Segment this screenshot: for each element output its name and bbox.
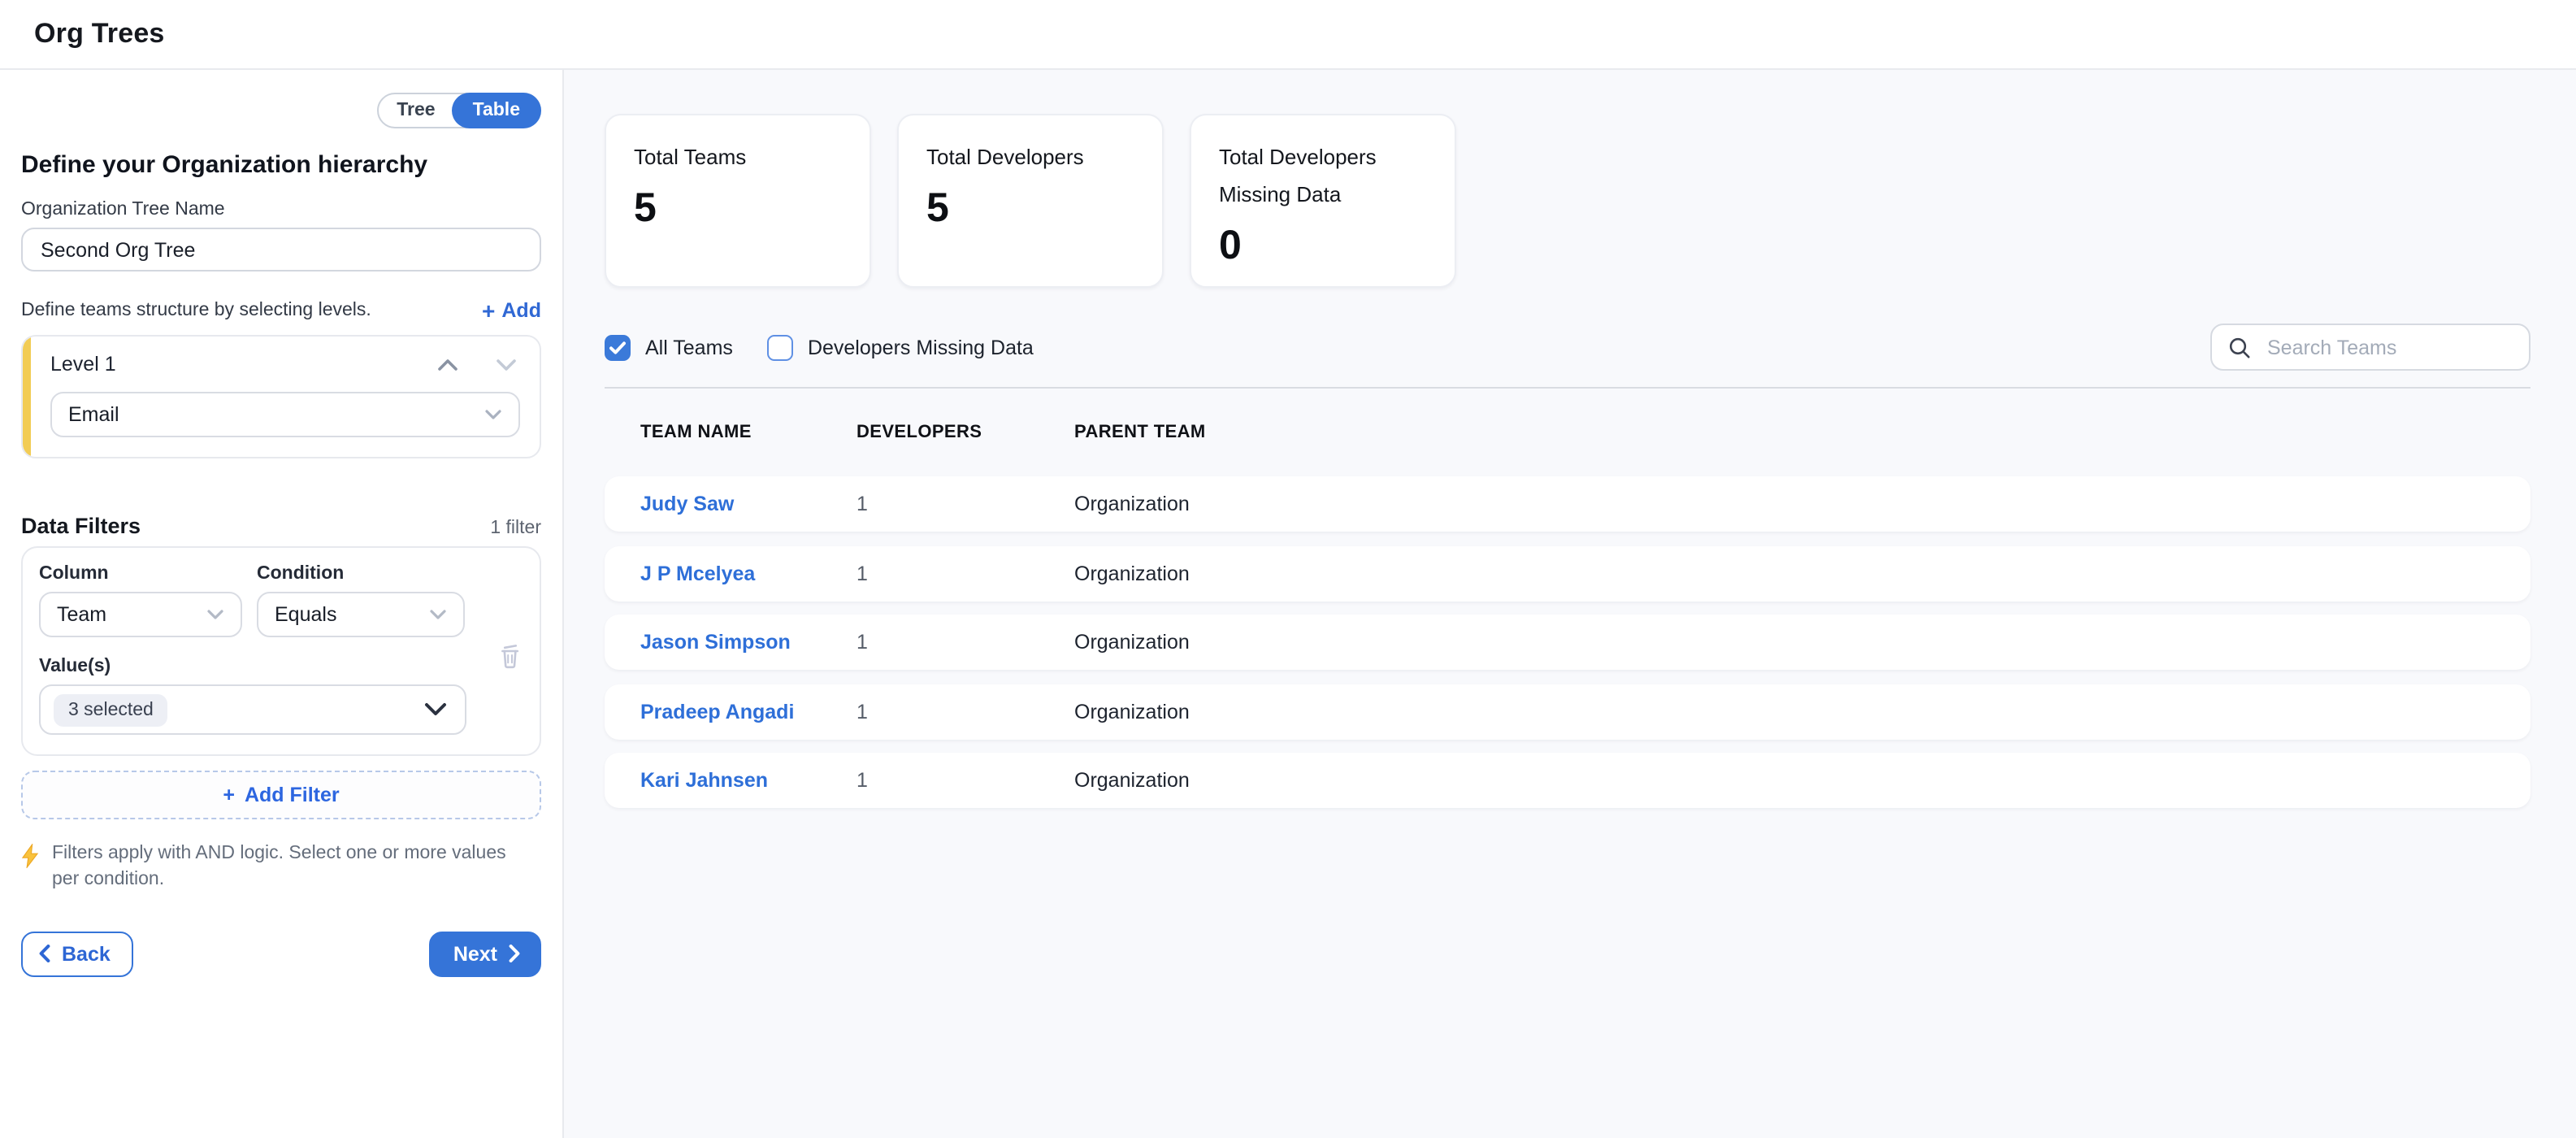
search-icon [2228, 336, 2251, 358]
tree-name-value: Second Org Tree [41, 238, 195, 261]
parent-team-cell: Organization [1074, 493, 2530, 515]
page-header: Org Trees [0, 0, 2576, 70]
team-name-link[interactable]: J P Mcelyea [640, 562, 856, 584]
checkbox-label: Developers Missing Data [808, 336, 1034, 358]
chevron-left-icon [39, 945, 50, 962]
condition-label: Condition [257, 564, 465, 584]
developers-cell: 1 [856, 493, 1074, 515]
level-title: Level 1 [50, 353, 116, 376]
chevron-down-icon [424, 702, 447, 717]
table-row[interactable]: J P Mcelyea 1 Organization [605, 545, 2530, 601]
team-name-link[interactable]: Pradeep Angadi [640, 700, 856, 723]
filter-column-select[interactable]: Team [39, 592, 242, 637]
add-level-button[interactable]: + Add [482, 299, 541, 322]
values-label: Value(s) [39, 657, 523, 676]
level-column-select[interactable]: Email [50, 392, 520, 437]
all-teams-checkbox[interactable]: All Teams [605, 334, 733, 360]
table-row[interactable]: Pradeep Angadi 1 Organization [605, 684, 2530, 739]
stat-card-total-teams: Total Teams 5 [605, 114, 871, 288]
table-row[interactable]: Kari Jahnsen 1 Organization [605, 753, 2530, 808]
stat-card-developers-missing-data: Total Developers Missing Data 0 [1190, 114, 1456, 288]
plus-icon: + [482, 299, 495, 322]
stat-value: 5 [634, 185, 842, 232]
tree-name-label: Organization Tree Name [21, 200, 541, 219]
add-filter-button[interactable]: + Add Filter [21, 771, 541, 819]
stat-card-total-developers: Total Developers 5 [897, 114, 1164, 288]
developers-cell: 1 [856, 769, 1074, 792]
toggle-tree-option[interactable]: Tree [379, 94, 453, 127]
levels-hint: Define teams structure by selecting leve… [21, 301, 371, 320]
column-label: Column [39, 564, 242, 584]
toggle-table-option[interactable]: Table [452, 93, 541, 128]
developers-missing-data-checkbox[interactable]: Developers Missing Data [767, 334, 1034, 360]
tree-name-input[interactable]: Second Org Tree [21, 228, 541, 271]
chevron-up-icon[interactable] [437, 357, 458, 371]
hierarchy-heading: Define your Organization hierarchy [21, 151, 541, 179]
filter-card: Column Team Condition Equals [21, 546, 541, 756]
tree-table-toggle[interactable]: Tree Table [377, 93, 541, 128]
filters-note: Filters apply with AND logic. Select one… [52, 842, 509, 893]
level-card: Level 1 Email [21, 335, 541, 458]
checkbox-label: All Teams [645, 336, 733, 358]
selected-values-chip: 3 selected [54, 693, 168, 726]
data-filters-heading: Data Filters [21, 514, 141, 538]
next-button[interactable]: Next [429, 931, 541, 976]
parent-team-cell: Organization [1074, 631, 2530, 654]
plus-icon: + [223, 784, 235, 806]
chevron-down-icon [206, 608, 224, 621]
stat-label: Total Developers Missing Data [1219, 140, 1427, 214]
checkbox-checked-icon[interactable] [605, 334, 631, 360]
page-title: Org Trees [34, 18, 165, 50]
developers-cell: 1 [856, 631, 1074, 654]
sidebar: Tree Table Define your Organization hier… [0, 70, 564, 1138]
search-teams-input[interactable] [2264, 334, 2532, 360]
table-row[interactable]: Jason Simpson 1 Organization [605, 615, 2530, 670]
column-header-developers: DEVELOPERS [856, 423, 1074, 442]
main-content: Total Teams 5 Total Developers 5 Total D… [564, 70, 2576, 1138]
chevron-down-icon [429, 608, 447, 621]
filter-count-badge: 1 filter [490, 519, 541, 538]
stat-value: 0 [1219, 222, 1427, 269]
parent-team-cell: Organization [1074, 700, 2530, 723]
checkbox-unchecked-icon[interactable] [767, 334, 793, 360]
stat-label: Total Teams [634, 140, 842, 177]
filter-condition-select[interactable]: Equals [257, 592, 465, 637]
developers-cell: 1 [856, 562, 1074, 584]
parent-team-cell: Organization [1074, 562, 2530, 584]
chevron-down-icon [484, 408, 502, 421]
filter-values-select[interactable]: 3 selected [39, 684, 466, 735]
chevron-down-icon[interactable] [496, 357, 517, 371]
org-trees-app: Org Trees Tree Table Define your Organiz… [0, 0, 2576, 1138]
teams-table: TEAM NAME DEVELOPERS PARENT TEAM Judy Sa… [605, 387, 2530, 808]
stat-label: Total Developers [926, 140, 1134, 177]
column-header-parent-team: PARENT TEAM [1074, 423, 2530, 442]
back-button[interactable]: Back [21, 931, 133, 976]
lightning-icon [21, 844, 39, 893]
team-name-link[interactable]: Kari Jahnsen [640, 769, 856, 792]
team-name-link[interactable]: Judy Saw [640, 493, 856, 515]
stat-value: 5 [926, 185, 1134, 232]
search-teams-box[interactable] [2210, 324, 2530, 371]
team-name-link[interactable]: Jason Simpson [640, 631, 856, 654]
table-row[interactable]: Judy Saw 1 Organization [605, 476, 2530, 532]
parent-team-cell: Organization [1074, 769, 2530, 792]
column-header-team-name: TEAM NAME [640, 423, 856, 442]
developers-cell: 1 [856, 700, 1074, 723]
delete-filter-button[interactable] [496, 641, 525, 670]
trash-icon [497, 641, 523, 669]
chevron-right-icon [509, 945, 520, 962]
